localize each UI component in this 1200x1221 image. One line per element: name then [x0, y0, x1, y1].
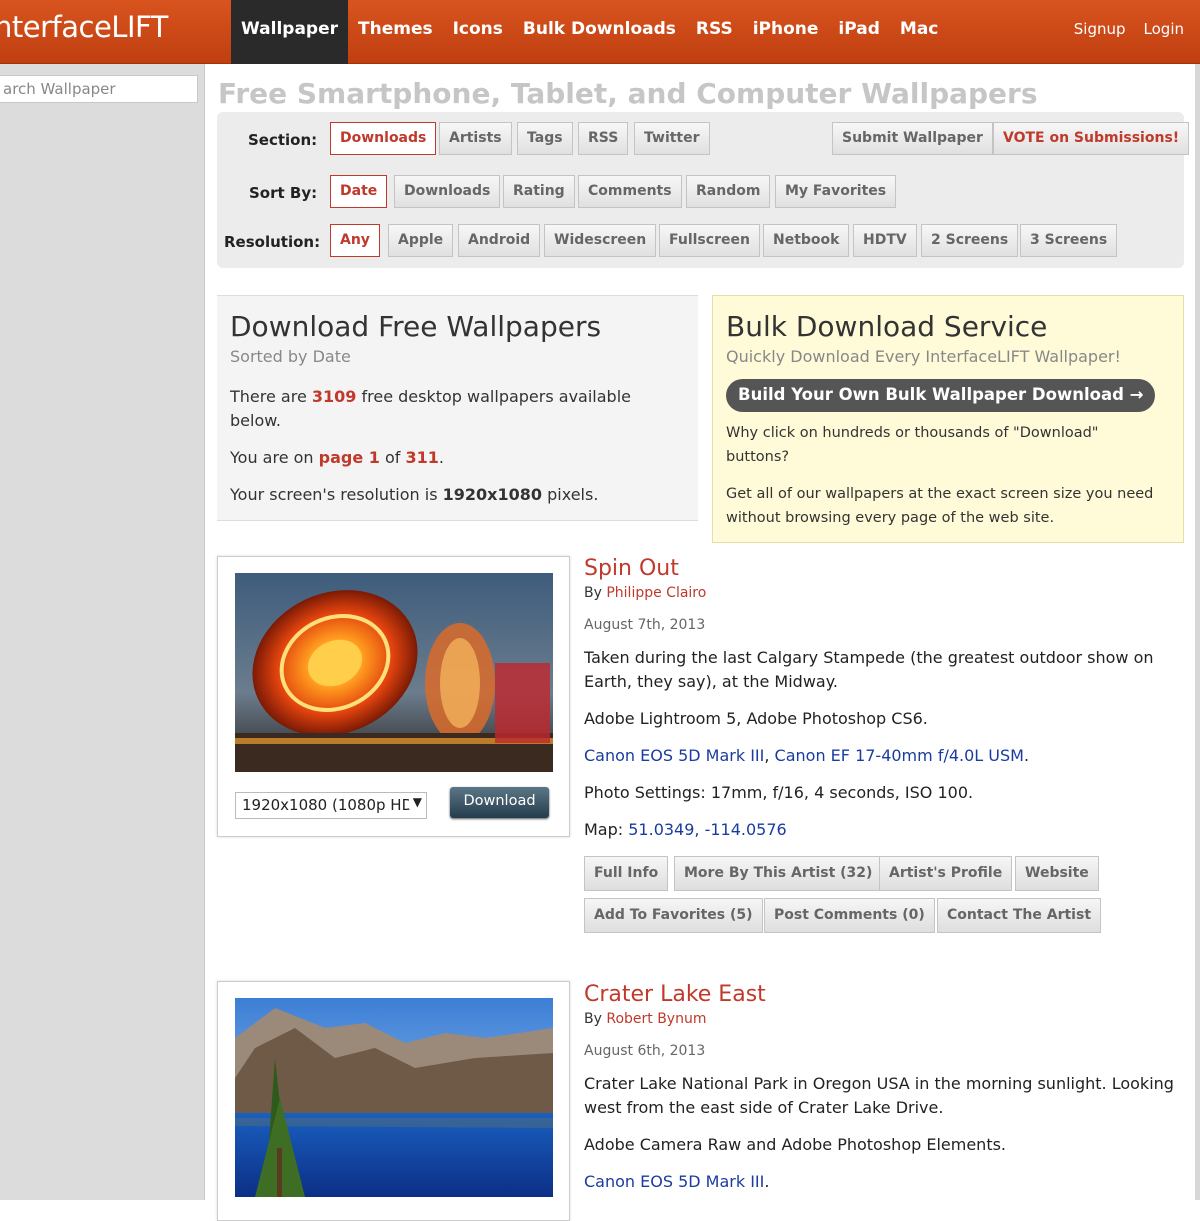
- wallpaper-card-spin-out: 1920x1080 (1080p HD ▼ Download: [217, 556, 570, 837]
- left-sidebar: arch Wallpaper: [0, 64, 205, 1200]
- wallpaper-card-crater-lake-east: [217, 981, 570, 1221]
- nav-bulk-downloads[interactable]: Bulk Downloads: [513, 0, 686, 64]
- contact-artist-button[interactable]: Contact The Artist: [937, 898, 1102, 933]
- sort-downloads-button[interactable]: Downloads: [394, 175, 501, 208]
- main-nav: Wallpaper Themes Icons Bulk Downloads RS…: [231, 0, 948, 64]
- info-subtitle: Sorted by Date: [230, 347, 351, 366]
- nav-wallpaper[interactable]: Wallpaper: [231, 0, 348, 64]
- sort-comments-button[interactable]: Comments: [578, 175, 682, 208]
- resolution-hdtv-button[interactable]: HDTV: [853, 224, 917, 257]
- resolution-2-screens-button[interactable]: 2 Screens: [921, 224, 1019, 257]
- wallpaper-count: 3109: [311, 387, 357, 406]
- build-bulk-download-button[interactable]: Build Your Own Bulk Wallpaper Download →: [726, 379, 1156, 412]
- resolution-label: Resolution:: [224, 233, 321, 251]
- site-logo[interactable]: nterfaceLIFT: [0, 10, 168, 44]
- download-button[interactable]: Download: [450, 787, 549, 818]
- section-rss-button[interactable]: RSS: [578, 122, 629, 155]
- resolution-widescreen-button[interactable]: Widescreen: [544, 224, 657, 257]
- bulk-text-2: Get all of our wallpapers at the exact s…: [726, 486, 1154, 526]
- current-page-link[interactable]: page 1: [319, 448, 380, 467]
- section-artists-button[interactable]: Artists: [439, 122, 512, 155]
- wallpaper-byline: By Robert Bynum: [584, 1011, 707, 1027]
- nav-iphone[interactable]: iPhone: [743, 0, 829, 64]
- download-info-box: Download Free Wallpapers Sorted by Date …: [217, 295, 698, 521]
- resolution-fullscreen-button[interactable]: Fullscreen: [659, 224, 760, 257]
- post-comments-button[interactable]: Post Comments (0): [764, 898, 935, 933]
- info-title: Download Free Wallpapers: [230, 310, 602, 343]
- chevron-down-icon: ▼: [408, 795, 422, 809]
- bulk-download-box: Bulk Download Service Quickly Download E…: [712, 295, 1184, 543]
- section-twitter-button[interactable]: Twitter: [634, 122, 710, 155]
- wallpaper-title[interactable]: Spin Out: [584, 556, 679, 581]
- resolution-any-button[interactable]: Any: [330, 224, 380, 257]
- wallpaper-software: Adobe Lightroom 5, Adobe Photoshop CS6.: [584, 709, 928, 728]
- bulk-subtitle: Quickly Download Every InterfaceLIFT Wal…: [726, 347, 1121, 366]
- bulk-title: Bulk Download Service: [726, 310, 1048, 343]
- wallpaper-map: Map: 51.0349, -114.0576: [584, 820, 787, 839]
- filter-panel: Section: Downloads Artists Tags RSS Twit…: [217, 112, 1190, 268]
- wallpaper-description: Taken during the last Calgary Stampede (…: [584, 648, 1154, 691]
- signup-link[interactable]: Signup: [1074, 0, 1126, 64]
- wallpaper-date: August 7th, 2013: [584, 617, 706, 633]
- bulk-text-1: Why click on hundreds or thousands of "D…: [726, 425, 1099, 465]
- camera-link[interactable]: Canon EOS 5D Mark III: [584, 1172, 764, 1191]
- lens-link[interactable]: Canon EF 17-40mm f/4.0L USM: [775, 746, 1024, 765]
- artist-link[interactable]: Philippe Clairo: [606, 585, 706, 601]
- map-link[interactable]: 51.0349, -114.0576: [628, 820, 786, 839]
- submit-wallpaper-button[interactable]: Submit Wallpaper: [832, 122, 993, 155]
- vote-submissions-button[interactable]: VOTE on Submissions!: [993, 122, 1190, 155]
- wallpaper-gear: Canon EOS 5D Mark III, Canon EF 17-40mm …: [584, 746, 1030, 765]
- sort-rating-button[interactable]: Rating: [503, 175, 575, 208]
- resolution-select[interactable]: 1920x1080 (1080p HD ▼: [235, 792, 427, 819]
- nav-mac[interactable]: Mac: [890, 0, 948, 64]
- artist-profile-button[interactable]: Artist's Profile: [879, 856, 1013, 891]
- more-by-artist-button[interactable]: More By This Artist (32): [674, 856, 883, 891]
- resolution-netbook-button[interactable]: Netbook: [763, 224, 850, 257]
- wallpaper-gear: Canon EOS 5D Mark III.: [584, 1172, 770, 1191]
- resolution-android-button[interactable]: Android: [458, 224, 541, 257]
- wallpaper-title[interactable]: Crater Lake East: [584, 982, 766, 1007]
- sort-label: Sort By:: [249, 184, 318, 202]
- resolution-apple-button[interactable]: Apple: [388, 224, 454, 257]
- wallpaper-settings: Photo Settings: 17mm, f/16, 4 seconds, I…: [584, 783, 974, 802]
- add-to-favorites-button[interactable]: Add To Favorites (5): [584, 898, 763, 933]
- wallpaper-software: Adobe Camera Raw and Adobe Photoshop Ele…: [584, 1135, 1007, 1154]
- screen-resolution: 1920x1080: [442, 485, 543, 504]
- section-label: Section:: [248, 131, 318, 149]
- nav-rss[interactable]: RSS: [686, 0, 743, 64]
- sort-random-button[interactable]: Random: [686, 175, 771, 208]
- page-info-text: You are on page 1 of 311.: [230, 448, 444, 467]
- nav-themes[interactable]: Themes: [348, 0, 443, 64]
- full-info-button[interactable]: Full Info: [584, 856, 669, 891]
- nav-icons[interactable]: Icons: [443, 0, 513, 64]
- section-tags-button[interactable]: Tags: [517, 122, 573, 155]
- screen-resolution-text: Your screen's resolution is 1920x1080 pi…: [230, 485, 599, 504]
- website-button[interactable]: Website: [1015, 856, 1099, 891]
- section-downloads-button[interactable]: Downloads: [330, 122, 437, 155]
- sort-date-button[interactable]: Date: [330, 175, 388, 208]
- wallpaper-thumbnail-crater-lake[interactable]: [235, 998, 553, 1197]
- sort-my-favorites-button[interactable]: My Favorites: [775, 175, 897, 208]
- wallpaper-thumbnail-spin-out[interactable]: [235, 573, 553, 772]
- camera-link[interactable]: Canon EOS 5D Mark III: [584, 746, 764, 765]
- wallpaper-description: Crater Lake National Park in Oregon USA …: [584, 1074, 1174, 1117]
- wallpaper-byline: By Philippe Clairo: [584, 585, 707, 601]
- top-navigation-bar: nterfaceLIFT Wallpaper Themes Icons Bulk…: [0, 0, 1200, 64]
- resolution-3-screens-button[interactable]: 3 Screens: [1020, 224, 1118, 257]
- artist-link[interactable]: Robert Bynum: [606, 1011, 706, 1027]
- login-link[interactable]: Login: [1144, 0, 1184, 64]
- right-edge-strip: [1195, 64, 1200, 1200]
- search-input[interactable]: arch Wallpaper: [0, 75, 198, 103]
- auth-links: Signup Login: [1074, 0, 1184, 64]
- nav-ipad[interactable]: iPad: [828, 0, 889, 64]
- page-title: Free Smartphone, Tablet, and Computer Wa…: [218, 77, 1038, 110]
- wallpaper-date: August 6th, 2013: [584, 1043, 706, 1059]
- total-pages: 311: [405, 448, 439, 467]
- wallpaper-count-text: There are 3109 free desktop wallpapers a…: [230, 387, 631, 430]
